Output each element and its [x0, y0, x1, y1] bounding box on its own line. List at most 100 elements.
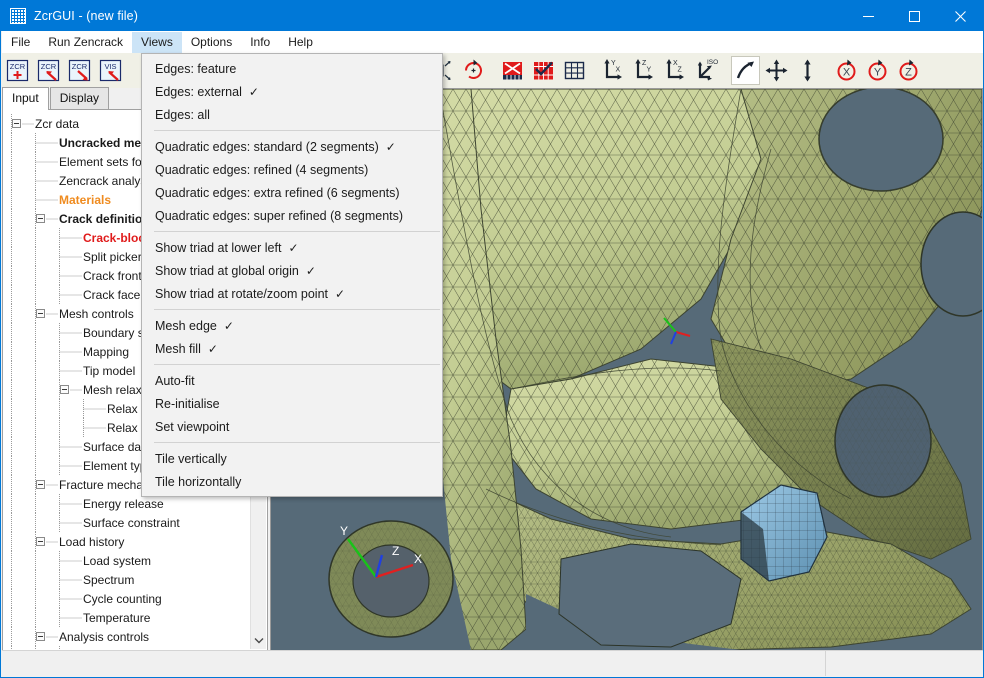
tree-guide-line	[35, 285, 36, 304]
menu-separator	[154, 130, 440, 131]
rotate-z-button[interactable]: Z	[894, 56, 923, 85]
menuitem-tile-horizontally[interactable]: Tile horizontally	[142, 470, 442, 493]
menuitem-quadratic-super-refined[interactable]: Quadratic edges: super refined (8 segmen…	[142, 204, 442, 227]
tree-expander-icon[interactable]	[60, 385, 69, 394]
view-zy-button[interactable]: Z Y	[630, 56, 659, 85]
tree-guide-line	[11, 171, 12, 190]
menu-run-zencrack[interactable]: Run Zencrack	[39, 32, 132, 53]
tree-guide-line	[59, 418, 60, 437]
open-vis-file-button[interactable]: VIS	[96, 56, 125, 85]
menu-views[interactable]: Views	[132, 31, 182, 53]
view-xy-button[interactable]: Y X	[599, 56, 628, 85]
menu-info[interactable]: Info	[241, 32, 279, 53]
show-all-mesh-button[interactable]	[560, 56, 589, 85]
status-bar	[2, 650, 983, 676]
tree-guide-line	[11, 494, 12, 513]
menu-help[interactable]: Help	[279, 32, 322, 53]
menuitem-edges-all[interactable]: Edges: all	[142, 103, 442, 126]
menuitem-triad-rotate-zoom[interactable]: Show triad at rotate/zoom point ✓	[142, 282, 442, 305]
views-dropdown-menu[interactable]: Edges: feature Edges: external ✓ Edges: all…	[141, 53, 443, 497]
tree-guide-line	[35, 456, 36, 475]
menuitem-re-initialise[interactable]: Re-initialise	[142, 392, 442, 415]
zoom-tool-button[interactable]	[731, 56, 760, 85]
tree-guide-line	[35, 380, 36, 399]
hide-elements-button[interactable]	[498, 56, 527, 85]
menu-file[interactable]: File	[2, 32, 39, 53]
save-zcr-file-button[interactable]: ZCR	[65, 56, 94, 85]
chevron-down-icon[interactable]	[251, 632, 267, 649]
tree-guide-line	[35, 190, 36, 209]
menuitem-triad-global-origin[interactable]: Show triad at global origin ✓	[142, 259, 442, 282]
menuitem-edges-feature[interactable]: Edges: feature	[142, 57, 442, 80]
menuitem-tile-vertically[interactable]: Tile vertically	[142, 447, 442, 470]
menu-item-label: Re-initialise	[155, 396, 220, 411]
tree-guide-line	[11, 589, 12, 608]
tree-guide-line	[35, 399, 36, 418]
menuitem-triad-lower-left[interactable]: Show triad at lower left ✓	[142, 236, 442, 259]
status-message	[2, 651, 826, 676]
maximize-button[interactable]	[891, 1, 937, 31]
open-zcr-file-button[interactable]: ZCR	[34, 56, 63, 85]
view-iso-button[interactable]: ISO	[692, 56, 721, 85]
svg-text:VIS: VIS	[104, 62, 116, 71]
menuitem-set-viewpoint[interactable]: Set viewpoint	[142, 415, 442, 438]
rotate-reset-button[interactable]	[459, 56, 488, 85]
menuitem-edges-external[interactable]: Edges: external ✓	[142, 80, 442, 103]
tree-item[interactable]: Load system	[3, 551, 251, 570]
new-zcr-file-button[interactable]: ZCR	[3, 56, 32, 85]
tree-guide-line	[11, 532, 12, 551]
menuitem-quadratic-extra-refined[interactable]: Quadratic edges: extra refined (6 segmen…	[142, 181, 442, 204]
tree-expander-icon[interactable]	[36, 632, 45, 641]
show-elements-button[interactable]	[529, 56, 558, 85]
tree-guide-line	[11, 133, 12, 152]
tree-item[interactable]: Temperature	[3, 608, 251, 627]
tab-display[interactable]: Display	[49, 87, 110, 109]
tree-expander-icon[interactable]	[12, 119, 21, 128]
tree-dot-connector	[59, 342, 82, 361]
view-xz-button[interactable]: X Z	[661, 56, 690, 85]
tree-dot-connector	[59, 608, 82, 627]
tree-expander-icon[interactable]	[36, 537, 45, 546]
close-button[interactable]	[937, 1, 983, 31]
rotate-y-button[interactable]: Y	[863, 56, 892, 85]
svg-text:Y: Y	[874, 67, 882, 79]
tree-guide-line	[59, 323, 60, 342]
tree-item-label: Cycle counting	[83, 591, 162, 606]
window-controls	[845, 1, 983, 31]
tree-expander-icon[interactable]	[36, 480, 45, 489]
tree-dot-connector	[59, 228, 82, 247]
menu-options[interactable]: Options	[182, 32, 241, 53]
tab-input[interactable]: Input	[2, 87, 49, 110]
minimize-button[interactable]	[845, 1, 891, 31]
menuitem-mesh-fill[interactable]: Mesh fill ✓	[142, 337, 442, 360]
svg-text:ZCR: ZCR	[10, 62, 26, 71]
tree-item[interactable]: Spectrum	[3, 570, 251, 589]
menuitem-quadratic-refined[interactable]: Quadratic edges: refined (4 segments)	[142, 158, 442, 181]
tree-guide-line	[11, 209, 12, 228]
menu-item-label: Mesh edge	[155, 318, 217, 333]
tree-expander-icon[interactable]	[36, 214, 45, 223]
pan-tool-button[interactable]	[762, 56, 791, 85]
tree-expander-icon[interactable]	[36, 309, 45, 318]
tree-guide-line	[11, 152, 12, 171]
tree-guide-line	[35, 437, 36, 456]
tree-item[interactable]: Analysis controls	[3, 627, 251, 646]
rotate-x-button[interactable]: X	[832, 56, 861, 85]
tree-guide-line	[11, 456, 12, 475]
tree-item[interactable]: Load history	[3, 532, 251, 551]
toolbar-separator	[722, 56, 730, 85]
menuitem-auto-fit[interactable]: Auto-fit	[142, 369, 442, 392]
svg-text:X: X	[616, 67, 621, 74]
tree-item[interactable]: Surface constraint	[3, 513, 251, 532]
translate-tool-button[interactable]	[793, 56, 822, 85]
tree-item[interactable]: Cycle counting	[3, 589, 251, 608]
tree-guide-line	[59, 247, 60, 266]
tree-dot-connector	[35, 171, 58, 190]
menuitem-quadratic-standard[interactable]: Quadratic edges: standard (2 segments) ✓	[142, 135, 442, 158]
menu-separator	[154, 364, 440, 365]
title-bar: ZcrGUI - (new file)	[1, 1, 983, 31]
tree-guide-line	[35, 513, 36, 532]
menuitem-mesh-edge[interactable]: Mesh edge ✓	[142, 314, 442, 337]
application-window: ZcrGUI - (new file) File Run Zencrack View…	[0, 0, 984, 678]
